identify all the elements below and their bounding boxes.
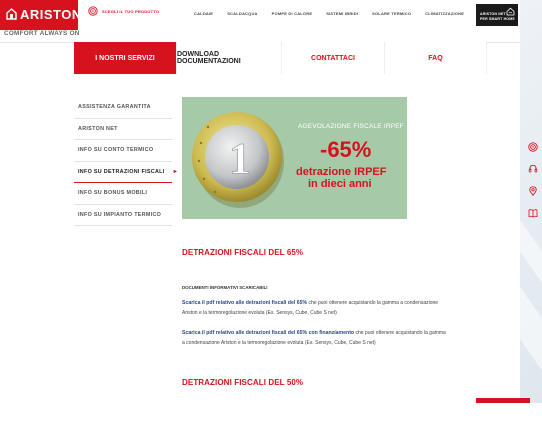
banner-subtitle: AGEVOLAZIONE FISCALE IRPEF [298, 123, 404, 130]
pdf-link-65-finanziamento[interactable]: Scarica il pdf relativo alle detrazioni … [182, 330, 354, 336]
page: ARISTON COMFORT ALWAYS ON SCEGLI IL TUO … [0, 0, 520, 403]
tab-nostri-servizi[interactable]: I NOSTRI SERVIZI [74, 42, 177, 74]
sidebar: ASSISTENZA GARANTITA ARISTON NET INFO SU… [74, 97, 177, 226]
smart-home-icon [506, 7, 515, 16]
tab-download-documentazioni[interactable]: DOWNLOAD DOCUMENTAZIONI [177, 42, 282, 74]
ariston-net-button[interactable]: ARISTON NET PER SMART HOME [476, 4, 518, 26]
ariston-logo[interactable]: ARISTON [0, 0, 81, 30]
banner-line1: detrazione IRPEF [296, 166, 387, 178]
section-menu: I NOSTRI SERVIZI DOWNLOAD DOCUMENTAZIONI… [74, 42, 487, 74]
tab-faq[interactable]: FAQ [385, 42, 487, 74]
location-pin-icon[interactable] [528, 186, 538, 196]
ariston-net-sublabel: PER SMART HOME [480, 17, 515, 21]
sidebar-item-detrazioni-fiscali[interactable]: INFO SU DETRAZIONI FISCALI ▸ [74, 162, 177, 183]
target-icon[interactable] [528, 142, 538, 152]
ariston-net-label: ARISTON NET [480, 12, 506, 16]
headset-icon[interactable] [528, 164, 538, 174]
irpef-banner: 1 AGEVOLAZIONE FISCALE IRPEF -65% detraz… [182, 97, 407, 219]
target-icon [88, 6, 98, 16]
top-nav: CALDAIE SCALDACQUA POMPE DI CALORE SISTE… [194, 11, 464, 16]
docs-label: DOCUMENTI INFORMATIVI SCARICABILI [182, 285, 268, 290]
coin-value: 1 [229, 134, 251, 183]
banner-percent: -65% [320, 137, 372, 162]
nav-pompe-di-calore[interactable]: POMPE DI CALORE [272, 11, 313, 16]
paragraph-text: a condensazione Ariston e la termoregola… [182, 340, 376, 346]
logo-text: ARISTON [20, 7, 82, 22]
heading-detrazioni-50: DETRAZIONI FISCALI DEL 50% [182, 378, 304, 387]
choose-product-link[interactable]: SCEGLI IL TUO PRODOTTO [88, 6, 159, 16]
sidebar-item-label: INFO SU BONUS MOBILI [78, 190, 148, 197]
doc-paragraph-1: Scarica il pdf relativo alle detrazioni … [182, 298, 502, 318]
heading-detrazioni-65: DETRAZIONI FISCALI DEL 65% [182, 248, 304, 257]
doc-paragraph-2: Scarica il pdf relativo alle detrazioni … [182, 328, 502, 348]
paragraph-text: che puoi ottenere acquistando la gamma a… [307, 300, 439, 306]
sidebar-item-ariston-net[interactable]: ARISTON NET [74, 119, 172, 140]
tagline: COMFORT ALWAYS ON [4, 30, 80, 37]
nav-climatizzazione[interactable]: CLIMATIZZAZIONE [425, 11, 464, 16]
sidebar-item-assistenza[interactable]: ASSISTENZA GARANTITA [74, 97, 172, 119]
feedback-tab[interactable] [476, 398, 530, 403]
sidebar-item-label: ASSISTENZA GARANTITA [78, 104, 151, 111]
sidebar-item-label: INFO SU IMPIANTO TERMICO [78, 211, 162, 218]
banner-line2: in dieci anni [308, 178, 372, 190]
nav-caldaie[interactable]: CALDAIE [194, 11, 213, 16]
sidebar-item-impianto-termico[interactable]: INFO SU IMPIANTO TERMICO [74, 205, 172, 226]
house-icon [6, 8, 17, 20]
book-icon[interactable] [528, 208, 538, 218]
sidebar-item-label: ARISTON NET [78, 125, 118, 132]
tab-contattaci[interactable]: CONTATTACI [282, 42, 385, 74]
sidebar-item-conto-termico[interactable]: INFO SU CONTO TERMICO [74, 140, 172, 162]
euro-coin-image: 1 [192, 112, 284, 208]
paragraph-text: che puoi ottenere acquistando la gamma [354, 330, 446, 336]
nav-sistemi-ibridi[interactable]: SISTEMI IBRIDI [326, 11, 358, 16]
chevron-right-icon: ▸ [173, 169, 177, 176]
pdf-link-65[interactable]: Scarica il pdf relativo alle detrazioni … [182, 300, 307, 306]
nav-solare-termico[interactable]: SOLARE TERMICO [372, 11, 411, 16]
sidebar-item-label: INFO SU DETRAZIONI FISCALI [78, 168, 165, 175]
sidebar-item-bonus-mobili[interactable]: INFO SU BONUS MOBILI [74, 183, 172, 205]
sidebar-item-label: INFO SU CONTO TERMICO [78, 147, 154, 154]
paragraph-text: Ariston e la termoregolazione evoluta (E… [182, 310, 337, 316]
nav-scaldacqua[interactable]: SCALDACQUA [227, 11, 257, 16]
header: ARISTON COMFORT ALWAYS ON SCEGLI IL TUO … [0, 0, 520, 43]
choose-product-label: SCEGLI IL TUO PRODOTTO [102, 8, 160, 14]
